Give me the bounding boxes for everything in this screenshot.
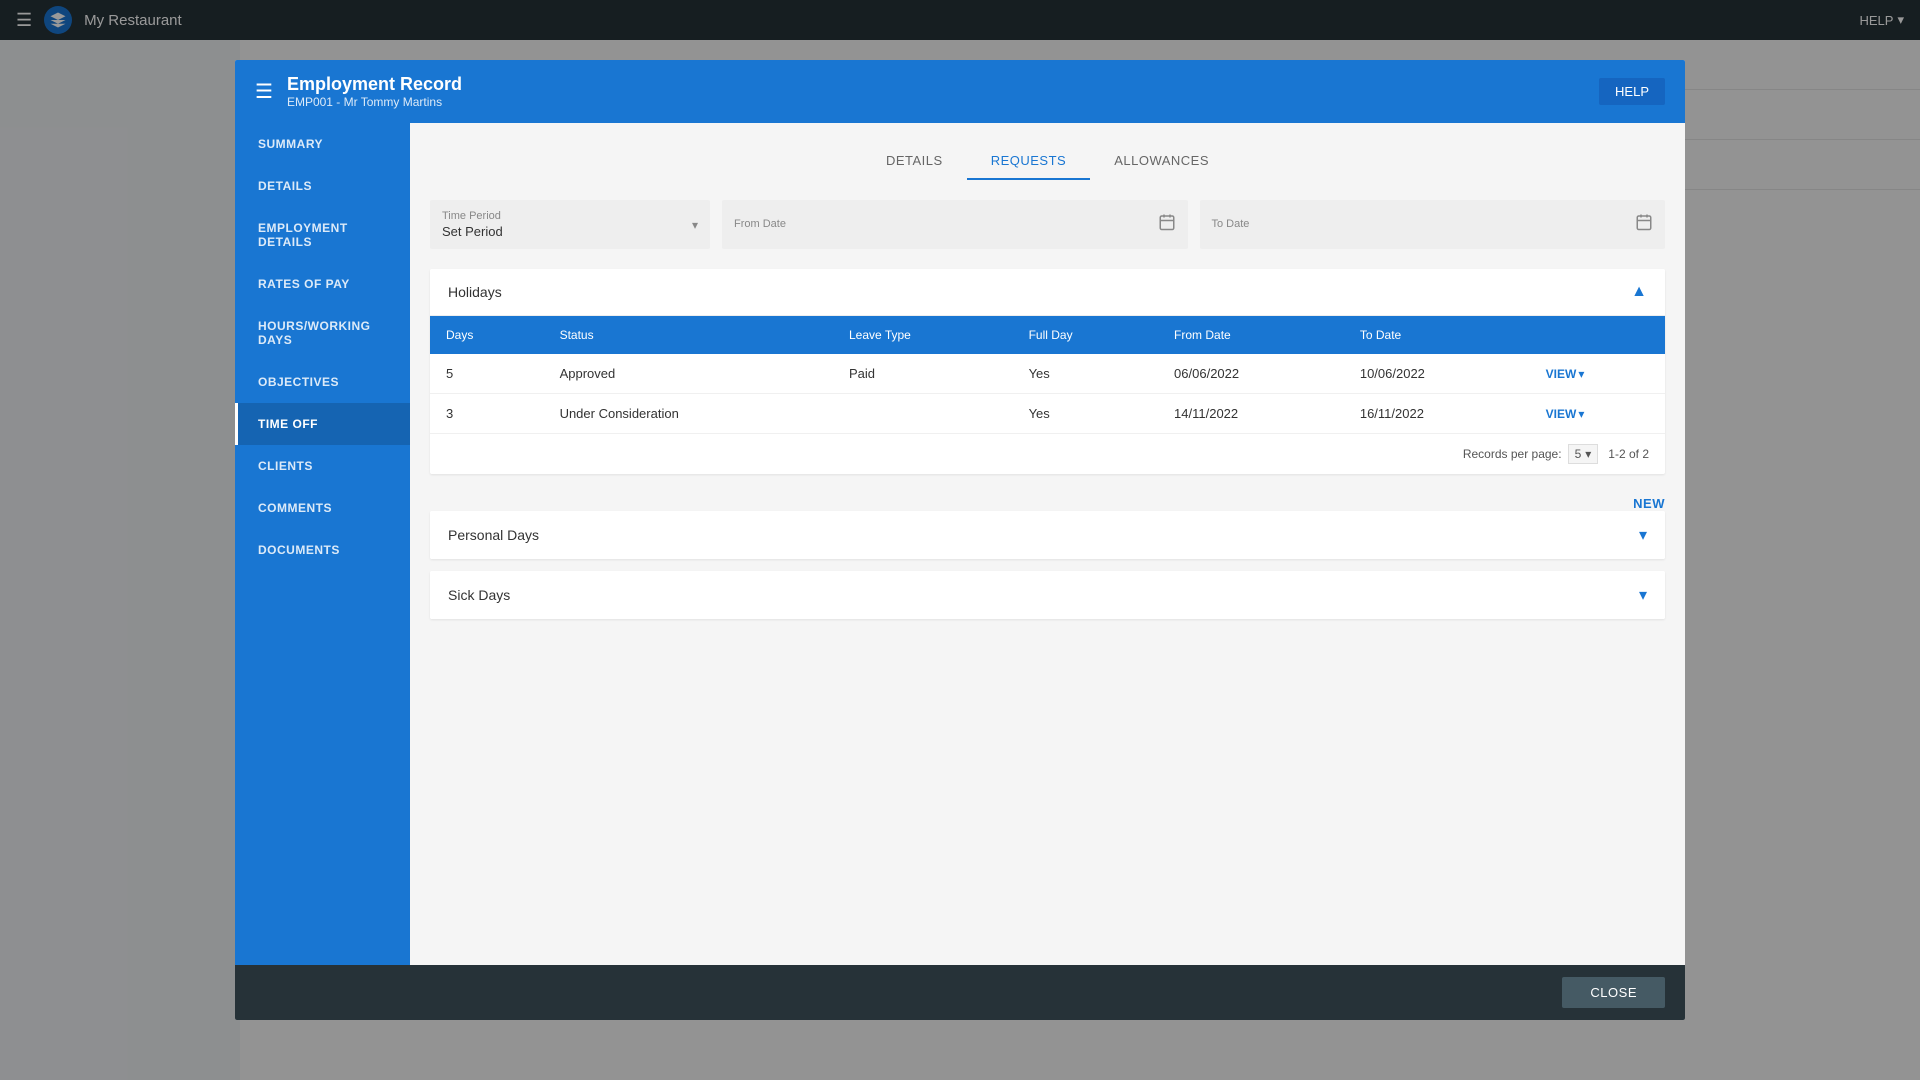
holidays-table-head: Days Status Leave Type Full Day From Dat… [430, 316, 1665, 354]
sidebar-item-time-off[interactable]: TIME OFF [235, 403, 410, 445]
modal-title: Employment Record [287, 74, 462, 95]
col-action [1530, 316, 1665, 354]
personal-days-title: Personal Days [448, 527, 539, 543]
per-page-select[interactable]: 5 ▾ [1568, 444, 1599, 464]
modal-header: ☰ Employment Record EMP001 - Mr Tommy Ma… [235, 60, 1685, 123]
pagination-row: Records per page: 5 ▾ 1-2 of 2 [430, 433, 1665, 474]
row2-action-cell: VIEW ▾ [1530, 394, 1665, 434]
sidebar-item-rates-of-pay[interactable]: RATES OF PAY [235, 263, 410, 305]
col-status: Status [544, 316, 833, 354]
to-date-calendar-icon[interactable] [1635, 213, 1653, 236]
modal-footer: CLOSE [235, 965, 1685, 1020]
filter-row: Time Period Set Period ▾ From Date [430, 200, 1665, 249]
sidebar-item-documents[interactable]: DOCUMENTS [235, 529, 410, 571]
sick-days-chevron-icon[interactable]: ▾ [1639, 585, 1647, 605]
sidebar-item-details[interactable]: DETAILS [235, 165, 410, 207]
records-per-page: Records per page: 5 ▾ [1463, 444, 1598, 464]
row1-view-btn[interactable]: VIEW ▾ [1546, 367, 1649, 381]
sick-days-section: Sick Days ▾ [430, 571, 1665, 619]
time-period-filter[interactable]: Time Period Set Period ▾ [430, 200, 710, 249]
time-period-label: Time Period [442, 210, 503, 222]
holidays-header-row: Days Status Leave Type Full Day From Dat… [430, 316, 1665, 354]
modal-menu-icon[interactable]: ☰ [255, 79, 273, 104]
row2-to-date: 16/11/2022 [1344, 394, 1530, 434]
modal: ☰ Employment Record EMP001 - Mr Tommy Ma… [235, 60, 1685, 1020]
table-row: 3 Under Consideration Yes 14/11/2022 16/… [430, 394, 1665, 434]
modal-subtitle: EMP001 - Mr Tommy Martins [287, 95, 462, 109]
time-period-value: Set Period [442, 224, 503, 239]
per-page-chevron: ▾ [1585, 447, 1591, 461]
tab-details[interactable]: DETAILS [862, 143, 967, 180]
modal-titles: Employment Record EMP001 - Mr Tommy Mart… [287, 74, 462, 109]
row1-from-date: 06/06/2022 [1158, 354, 1344, 394]
holidays-table-body: 5 Approved Paid Yes 06/06/2022 10/06/202… [430, 354, 1665, 433]
to-date-field-content: To Date [1212, 218, 1250, 232]
personal-days-header[interactable]: Personal Days ▾ [430, 511, 1665, 559]
modal-help-button[interactable]: HELP [1599, 78, 1665, 105]
tab-bar: DETAILS REQUESTS ALLOWANCES [430, 143, 1665, 180]
row1-days: 5 [430, 354, 544, 394]
col-leave-type: Leave Type [833, 316, 1013, 354]
sick-days-header[interactable]: Sick Days ▾ [430, 571, 1665, 619]
sidebar: SUMMARY DETAILS EMPLOYMENT DETAILS RATES… [235, 123, 410, 965]
holidays-table-container: Days Status Leave Type Full Day From Dat… [430, 316, 1665, 474]
holidays-chevron-icon[interactable]: ▲ [1631, 283, 1647, 301]
sidebar-item-summary[interactable]: SUMMARY [235, 123, 410, 165]
table-row: 5 Approved Paid Yes 06/06/2022 10/06/202… [430, 354, 1665, 394]
row1-status: Approved [544, 354, 833, 394]
row2-view-label: VIEW [1546, 407, 1577, 421]
records-per-page-label: Records per page: [1463, 447, 1562, 461]
row2-full-day: Yes [1013, 394, 1158, 434]
row2-view-dropdown-icon[interactable]: ▾ [1578, 407, 1584, 421]
close-button[interactable]: CLOSE [1562, 977, 1665, 1008]
new-button[interactable]: NEW [1633, 496, 1665, 511]
col-full-day: Full Day [1013, 316, 1158, 354]
row1-view-label: VIEW [1546, 367, 1577, 381]
to-date-filter[interactable]: To Date [1200, 200, 1666, 249]
row2-status: Under Consideration [544, 394, 833, 434]
row2-from-date: 14/11/2022 [1158, 394, 1344, 434]
tab-requests[interactable]: REQUESTS [967, 143, 1091, 180]
from-date-calendar-icon[interactable] [1158, 213, 1176, 236]
holidays-table: Days Status Leave Type Full Day From Dat… [430, 316, 1665, 433]
from-date-label: From Date [734, 218, 786, 230]
holidays-section-header[interactable]: Holidays ▲ [430, 269, 1665, 316]
row1-to-date: 10/06/2022 [1344, 354, 1530, 394]
from-date-filter[interactable]: From Date [722, 200, 1188, 249]
row1-full-day: Yes [1013, 354, 1158, 394]
time-period-dropdown-icon[interactable]: ▾ [692, 218, 698, 232]
modal-header-left: ☰ Employment Record EMP001 - Mr Tommy Ma… [255, 74, 462, 109]
per-page-value: 5 [1575, 447, 1582, 461]
time-period-field-content: Time Period Set Period [442, 210, 503, 239]
row2-leave-type [833, 394, 1013, 434]
sidebar-item-comments[interactable]: COMMENTS [235, 487, 410, 529]
pagination-range: 1-2 of 2 [1608, 447, 1649, 461]
personal-days-chevron-icon[interactable]: ▾ [1639, 525, 1647, 545]
modal-overlay: ☰ Employment Record EMP001 - Mr Tommy Ma… [0, 0, 1920, 1080]
row1-action-cell: VIEW ▾ [1530, 354, 1665, 394]
new-btn-row: NEW [430, 486, 1665, 511]
sidebar-item-clients[interactable]: CLIENTS [235, 445, 410, 487]
to-date-label: To Date [1212, 218, 1250, 230]
sidebar-item-objectives[interactable]: OBJECTIVES [235, 361, 410, 403]
from-date-field-content: From Date [734, 218, 786, 232]
col-days: Days [430, 316, 544, 354]
sick-days-title: Sick Days [448, 587, 510, 603]
sidebar-item-employment-details[interactable]: EMPLOYMENT DETAILS [235, 207, 410, 263]
row2-days: 3 [430, 394, 544, 434]
col-to-date: To Date [1344, 316, 1530, 354]
holidays-title: Holidays [448, 284, 502, 300]
row1-leave-type: Paid [833, 354, 1013, 394]
modal-body: SUMMARY DETAILS EMPLOYMENT DETAILS RATES… [235, 123, 1685, 965]
main-content: DETAILS REQUESTS ALLOWANCES Time Period … [410, 123, 1685, 965]
sidebar-item-hours[interactable]: HOURS/WORKING DAYS [235, 305, 410, 361]
tab-allowances[interactable]: ALLOWANCES [1090, 143, 1233, 180]
personal-days-section: Personal Days ▾ [430, 511, 1665, 559]
row2-view-btn[interactable]: VIEW ▾ [1546, 407, 1649, 421]
col-from-date: From Date [1158, 316, 1344, 354]
row1-view-dropdown-icon[interactable]: ▾ [1578, 367, 1584, 381]
holidays-section: Holidays ▲ Days Status Leave Type Full D… [430, 269, 1665, 474]
